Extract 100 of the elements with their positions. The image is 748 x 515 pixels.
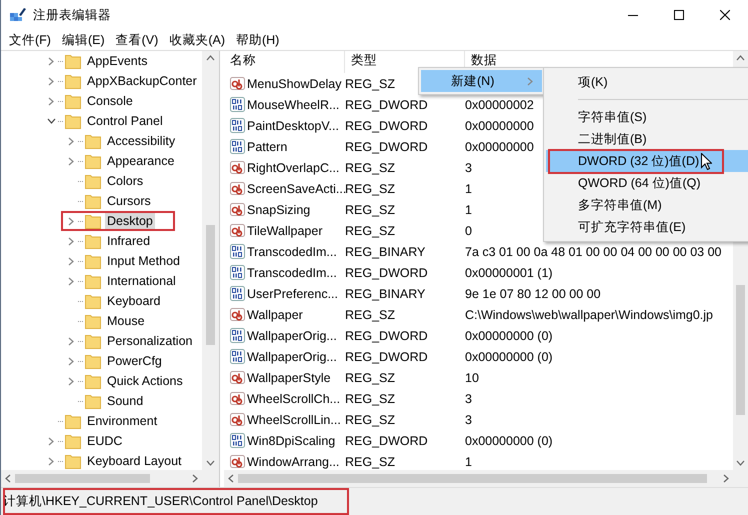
chevron-right-icon[interactable]	[67, 216, 75, 226]
tree-item[interactable]: Control Panel	[85, 113, 165, 129]
scroll-right-icon[interactable]	[723, 474, 729, 483]
chevron-right-icon[interactable]	[47, 56, 55, 66]
value-name[interactable]: MenuShowDelay	[247, 76, 342, 90]
string-value-icon	[230, 391, 245, 406]
value-name[interactable]: WallpaperOrig...	[247, 328, 337, 342]
value-type: REG_DWORD	[345, 328, 428, 342]
tree-item[interactable]: Personalization	[105, 333, 194, 349]
menu-item[interactable]: 帮助(H)	[232, 32, 286, 48]
chevron-right-icon[interactable]	[67, 356, 75, 366]
value-name[interactable]: WallpaperOrig...	[247, 350, 337, 364]
tree-item[interactable]: Keyboard Layout	[85, 453, 184, 469]
tree-item[interactable]: EUDC	[85, 433, 124, 449]
scrollbar-thumb[interactable]	[15, 474, 150, 483]
tree-item[interactable]: AppXBackupConter	[85, 73, 199, 89]
binary-value-icon	[230, 265, 245, 280]
chevron-right-icon[interactable]	[47, 436, 55, 446]
scroll-down-icon[interactable]	[206, 460, 215, 466]
value-name[interactable]: WallpaperStyle	[247, 370, 331, 384]
scroll-down-icon[interactable]	[736, 460, 745, 466]
chevron-right-icon[interactable]	[67, 276, 75, 286]
tree-item[interactable]: Keyboard	[105, 293, 163, 309]
folder-icon	[85, 374, 101, 388]
chevron-right-icon[interactable]	[47, 76, 55, 86]
value-name[interactable]: ScreenSaveActi...	[247, 182, 346, 196]
value-type: REG_BINARY	[345, 286, 426, 300]
value-name[interactable]: PaintDesktopV...	[247, 118, 339, 132]
folder-icon	[85, 134, 101, 148]
menu-item[interactable]: 二进制值(B)	[546, 128, 748, 150]
menu-item[interactable]: 字符串值(S)	[546, 106, 748, 128]
scrollbar-thumb[interactable]	[238, 474, 707, 483]
scroll-left-icon[interactable]	[5, 474, 11, 483]
tree-item[interactable]: Cursors	[105, 193, 153, 209]
scrollbar-thumb[interactable]	[736, 285, 745, 415]
folder-icon	[85, 234, 101, 248]
string-value-icon	[230, 223, 245, 238]
menu-item[interactable]: DWORD (32 位)值(D)	[546, 150, 748, 172]
menu-item[interactable]: QWORD (64 位)值(Q)	[546, 172, 748, 194]
value-name[interactable]: TileWallpaper	[247, 224, 322, 238]
value-name[interactable]: WheelScrollLin...	[247, 412, 341, 426]
tree-item[interactable]: Accessibility	[105, 133, 178, 149]
tree-item[interactable]: International	[105, 273, 178, 289]
chevron-right-icon[interactable]	[67, 236, 75, 246]
tree-item[interactable]: Sound	[105, 393, 146, 409]
column-header[interactable]: 类型	[351, 52, 377, 69]
scroll-up-icon[interactable]	[736, 55, 745, 61]
tree-item[interactable]: Desktop	[105, 213, 155, 229]
value-name[interactable]: TranscodedIm...	[247, 244, 337, 258]
tree-item[interactable]: AppEvents	[85, 53, 150, 69]
chevron-down-icon[interactable]	[46, 117, 56, 125]
scroll-right-icon[interactable]	[192, 474, 198, 483]
chevron-right-icon[interactable]	[47, 456, 55, 466]
value-type: REG_SZ	[345, 202, 396, 216]
value-name[interactable]: TranscodedIm...	[247, 266, 337, 280]
value-name[interactable]: Wallpaper	[247, 308, 303, 322]
menu-item[interactable]: 可扩充字符串值(E)	[546, 216, 748, 238]
value-name[interactable]: UserPreferenc...	[247, 286, 338, 300]
binary-value-icon	[230, 328, 245, 343]
menu-item[interactable]: 多字符串值(M)	[546, 194, 748, 216]
tree-item[interactable]: Colors	[105, 173, 146, 189]
column-header[interactable]: 名称	[230, 52, 256, 69]
value-type: REG_SZ	[345, 308, 396, 322]
column-header[interactable]: 数据	[471, 52, 497, 69]
value-name[interactable]: SnapSizing	[247, 202, 310, 216]
value-data: 0x00000000	[465, 118, 534, 132]
close-icon	[720, 10, 730, 20]
chevron-right-icon[interactable]	[67, 256, 75, 266]
scroll-left-icon[interactable]	[228, 474, 234, 483]
chevron-right-icon[interactable]	[67, 376, 75, 386]
tree-item[interactable]: Input Method	[105, 253, 182, 269]
chevron-right-icon[interactable]	[67, 156, 75, 166]
menu-item[interactable]: 收藏夹(A)	[165, 32, 232, 48]
chevron-right-icon[interactable]	[47, 96, 55, 106]
folder-icon	[85, 334, 101, 348]
tree-item[interactable]: Quick Actions	[105, 373, 185, 389]
menu-item[interactable]: 文件(F)	[5, 32, 58, 48]
tree-item[interactable]: PowerCfg	[105, 353, 164, 369]
value-name[interactable]: RightOverlapC...	[247, 160, 340, 174]
chevron-right-icon[interactable]	[67, 336, 75, 346]
folder-icon	[65, 94, 81, 108]
chevron-right-icon[interactable]	[67, 136, 75, 146]
tree-item[interactable]: Mouse	[105, 313, 147, 329]
menu-item[interactable]: 编辑(E)	[58, 32, 112, 48]
tree-item[interactable]: Environment	[85, 413, 160, 429]
menu-item[interactable]: 查看(V)	[112, 32, 166, 48]
string-value-icon	[230, 454, 245, 469]
tree-item[interactable]: Console	[85, 93, 135, 109]
value-data: 0x00000000 (0)	[465, 328, 553, 342]
tree-item[interactable]: Appearance	[105, 153, 176, 169]
scroll-up-icon[interactable]	[206, 55, 215, 61]
value-name[interactable]: Win8DpiScaling	[247, 434, 336, 448]
menu-item[interactable]: 新建(N)	[421, 70, 542, 92]
scrollbar-thumb[interactable]	[206, 225, 215, 345]
value-name[interactable]: MouseWheelR...	[247, 98, 340, 112]
menu-item[interactable]: 项(K)	[546, 71, 748, 93]
value-name[interactable]: WindowArrang...	[247, 454, 340, 468]
value-name[interactable]: Pattern	[247, 140, 288, 154]
value-name[interactable]: WheelScrollCh...	[247, 392, 340, 406]
tree-item[interactable]: Infrared	[105, 233, 152, 249]
